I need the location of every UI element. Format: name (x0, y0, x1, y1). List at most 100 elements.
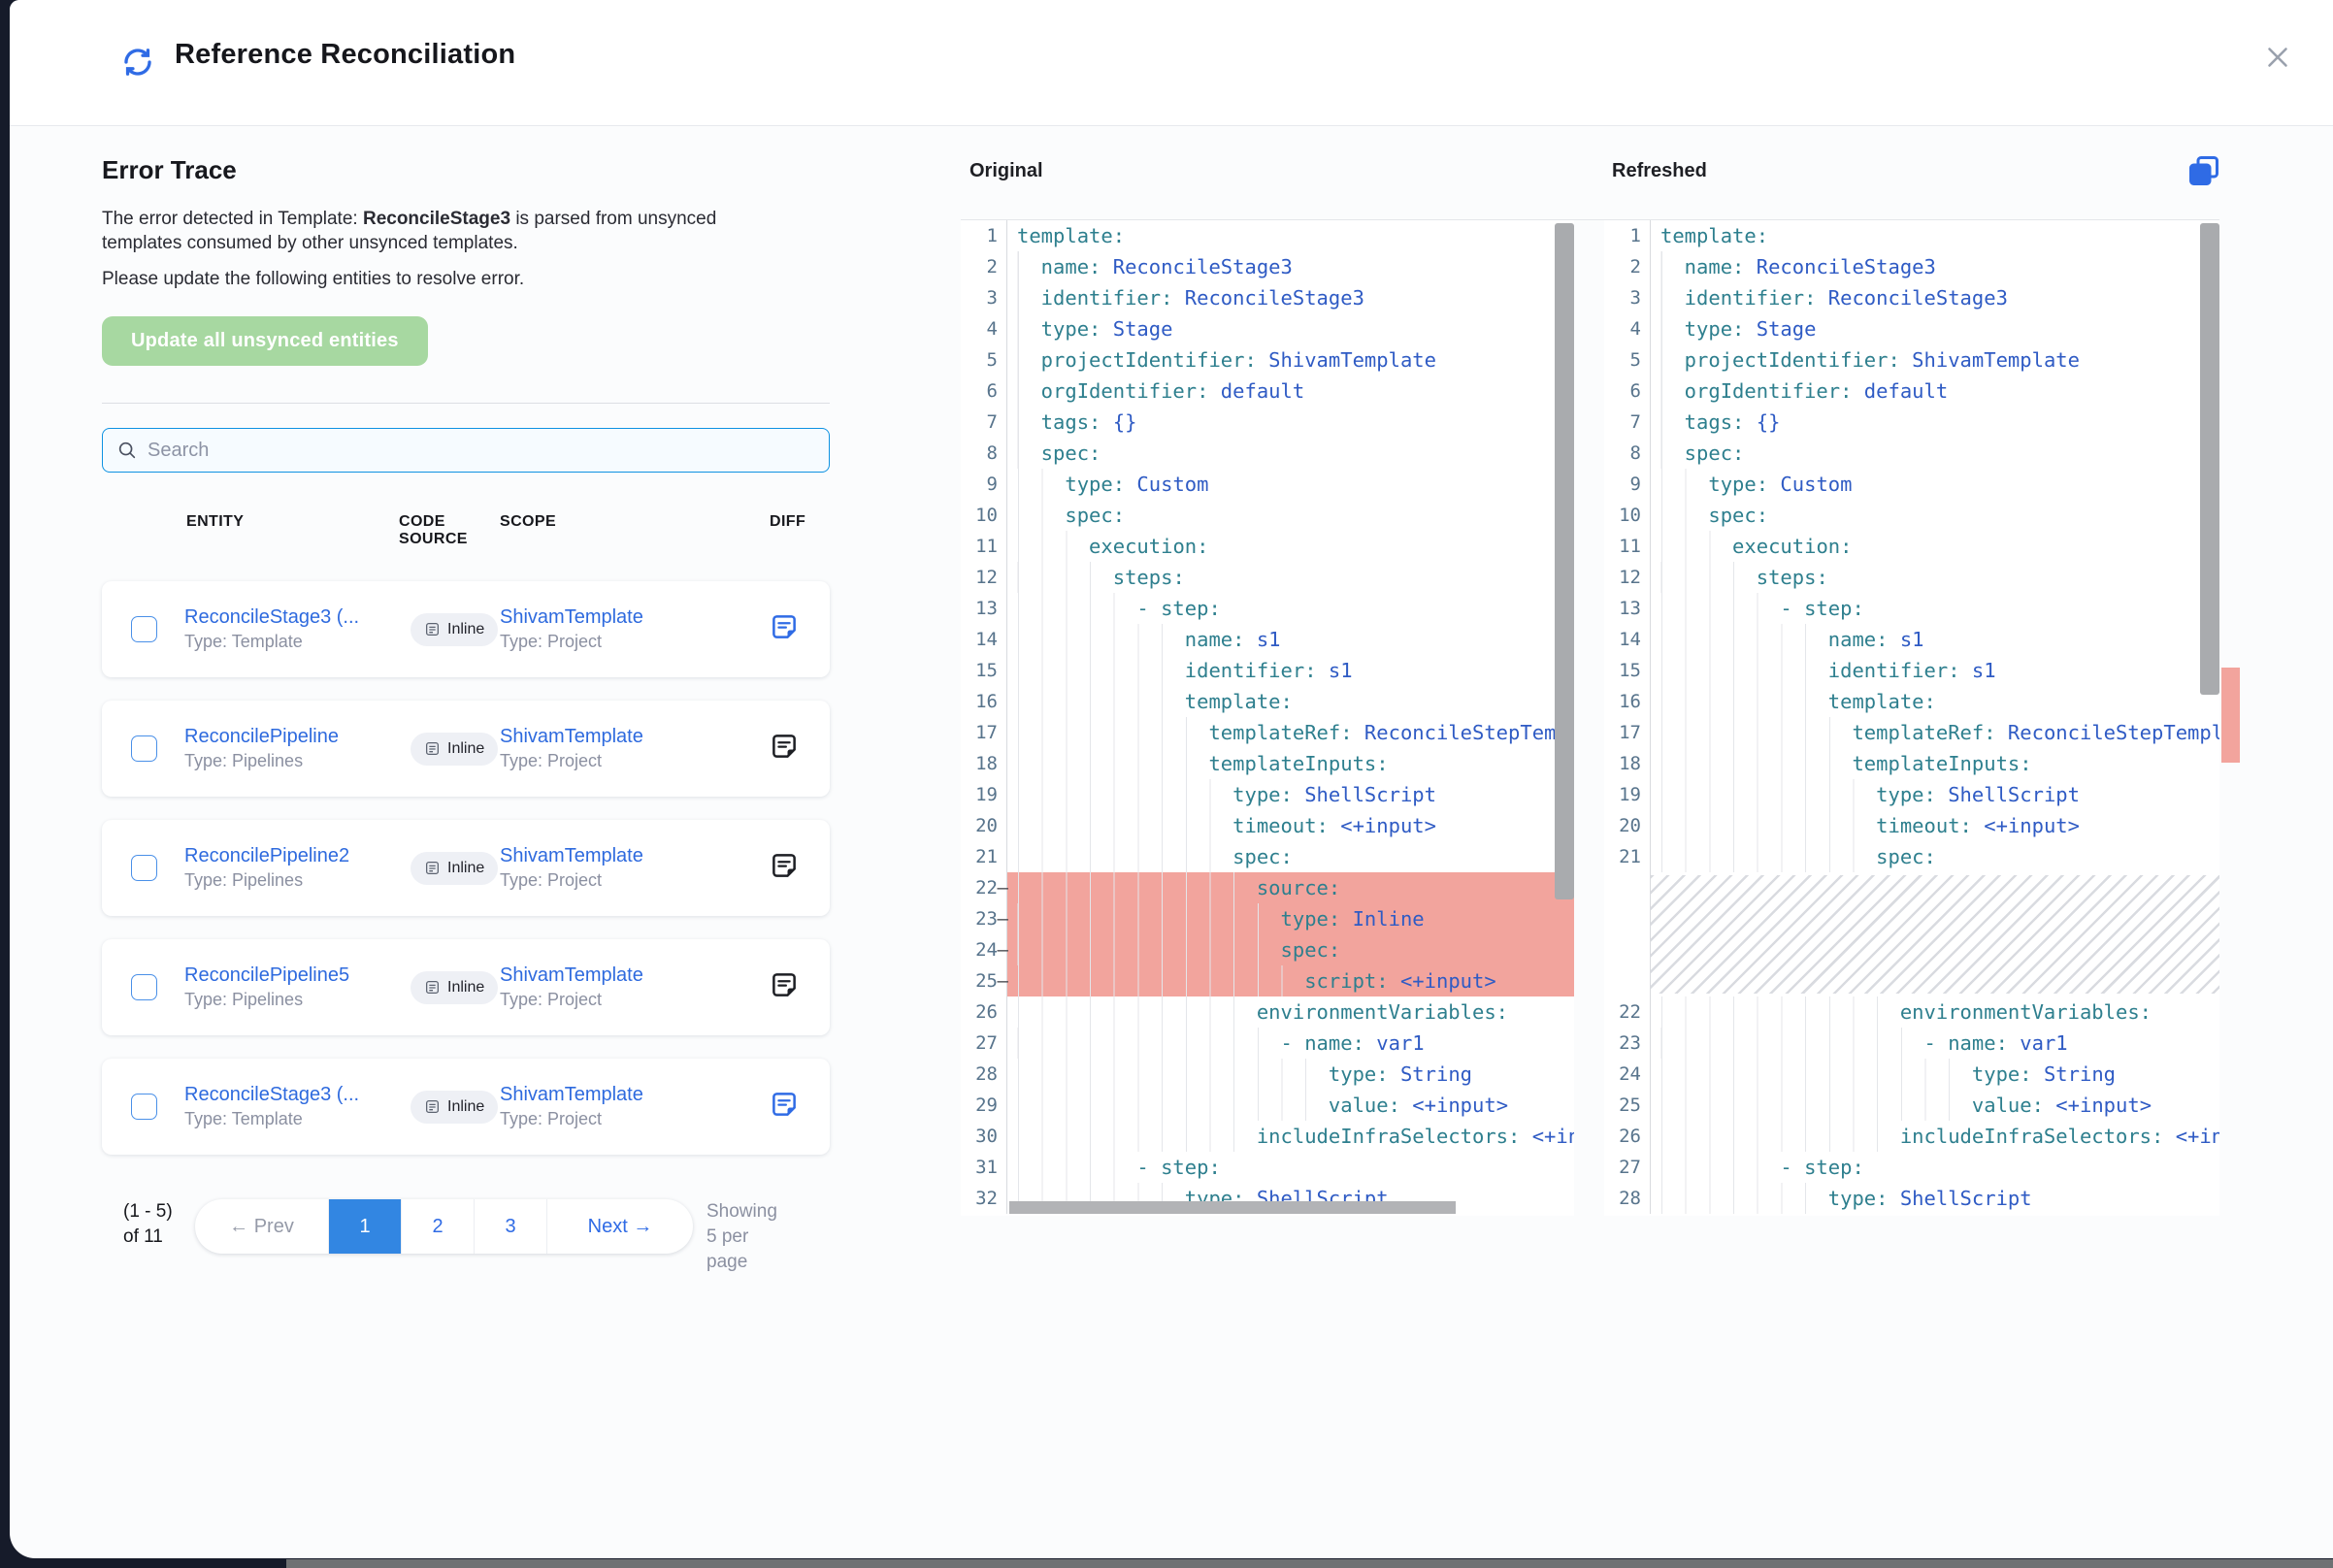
line-number: 22– (961, 872, 1007, 903)
close-icon[interactable] (2261, 41, 2294, 74)
line-content: type: ShellScript (1651, 779, 2219, 810)
scope-link[interactable]: ShivamTemplate (500, 845, 770, 867)
view-diff-button[interactable] (770, 1090, 799, 1122)
page-3-button[interactable]: 3 (475, 1199, 547, 1254)
table-row[interactable]: ReconcileStage3 (... Type: Template Inli… (102, 1059, 830, 1155)
indent-guides (1017, 1090, 1329, 1121)
line-content: steps: (1651, 562, 2219, 593)
line-number: 10 (961, 500, 1007, 531)
scope-cell: ShivamTemplate Type: Project (500, 1084, 770, 1129)
code-line: 26environmentVariables: (961, 996, 1574, 1028)
table-row[interactable]: ReconcilePipeline2 Type: Pipelines Inlin… (102, 820, 830, 916)
line-number: 2 (961, 251, 1007, 282)
diff-document-icon (770, 970, 799, 999)
header-diff: DIFF (770, 513, 828, 548)
entity-link[interactable]: ReconcilePipeline (184, 726, 411, 748)
table-row[interactable]: ReconcilePipeline5 Type: Pipelines Inlin… (102, 939, 830, 1035)
yaml-key: template: (1185, 686, 1293, 717)
indent-guides (1660, 407, 1685, 438)
entity-link[interactable]: ReconcilePipeline2 (184, 845, 411, 867)
line-number: 20 (961, 810, 1007, 841)
page-horizontal-scrollbar[interactable] (286, 1559, 2333, 1568)
yaml-key: projectIdentifier: (1041, 344, 1257, 376)
page-1-button[interactable]: 1 (329, 1199, 402, 1254)
code-line: 1template: (1604, 220, 2219, 251)
code-line: 20timeout: <+input> (961, 810, 1574, 841)
entity-link[interactable]: ReconcilePipeline5 (184, 964, 411, 987)
yaml-key: spec: (1281, 934, 1341, 965)
template-name: ReconcileStage3 (363, 209, 510, 229)
line-number: 19 (1604, 779, 1651, 810)
page-title: Reference Reconciliation (175, 39, 515, 71)
update-all-unsynced-entities-button[interactable]: Update all unsynced entities (102, 316, 428, 366)
line-number: 27 (1604, 1152, 1651, 1183)
copy-icon[interactable] (2186, 153, 2221, 188)
inline-icon (424, 979, 441, 996)
line-number: 4 (961, 313, 1007, 344)
yaml-key: identifier: (1041, 282, 1173, 313)
line-number: 9 (961, 469, 1007, 500)
original-horizontal-scrollbar[interactable] (1009, 1201, 1456, 1214)
inline-icon (424, 860, 441, 876)
code-line: 3identifier: ReconcileStage3 (1604, 282, 2219, 313)
view-diff-button[interactable] (770, 732, 799, 764)
row-checkbox[interactable] (131, 1094, 157, 1120)
prev-page-button[interactable]: ← Prev (195, 1199, 329, 1254)
scope-link[interactable]: ShivamTemplate (500, 726, 770, 748)
view-diff-button[interactable] (770, 612, 799, 644)
refreshed-panel-label: Refreshed (1612, 160, 1707, 182)
indent-guides (1017, 531, 1089, 562)
error-trace-heading: Error Trace (102, 155, 839, 185)
scope-link[interactable]: ShivamTemplate (500, 1084, 770, 1106)
entity-link[interactable]: ReconcileStage3 (... (184, 606, 411, 629)
scope-link[interactable]: ShivamTemplate (500, 606, 770, 629)
line-number: 12 (1604, 562, 1651, 593)
code-source-cell: Inline (411, 852, 500, 885)
description-prefix: The error detected in Template: (102, 209, 363, 229)
indent-guides (1017, 1121, 1257, 1152)
line-content: environmentVariables: (1007, 996, 1574, 1028)
line-content: type: String (1007, 1059, 1574, 1090)
next-page-button[interactable]: Next → (547, 1199, 693, 1254)
line-number: 13 (961, 593, 1007, 624)
code-line: 11execution: (961, 531, 1574, 562)
yaml-key: script: (1304, 965, 1388, 996)
row-checkbox[interactable] (131, 855, 157, 881)
yaml-value: Custom (1125, 469, 1208, 500)
scope-cell: ShivamTemplate Type: Project (500, 845, 770, 891)
indent-guides (1660, 1152, 1780, 1183)
line-number: 26 (1604, 1121, 1651, 1152)
scope-link[interactable]: ShivamTemplate (500, 964, 770, 987)
original-vertical-scrollbar[interactable] (1555, 223, 1574, 899)
diff-cell (770, 851, 830, 885)
table-row[interactable]: ReconcilePipeline Type: Pipelines Inline… (102, 701, 830, 797)
yaml-key: type: (1685, 313, 1745, 344)
row-checkbox[interactable] (131, 974, 157, 1000)
view-diff-button[interactable] (770, 851, 799, 883)
row-checkbox[interactable] (131, 735, 157, 762)
search-box[interactable] (102, 428, 830, 473)
page-2-button[interactable]: 2 (402, 1199, 475, 1254)
row-checkbox[interactable] (131, 616, 157, 642)
scope-type-label: Type: Project (500, 990, 770, 1010)
code-line: 9type: Custom (961, 469, 1574, 500)
indent-guides (1017, 562, 1113, 593)
entity-type-label: Type: Pipelines (184, 990, 411, 1010)
yaml-value: var1 (2008, 1028, 2068, 1059)
yaml-key: name: (1685, 251, 1745, 282)
yaml-value: <+in (2163, 1121, 2219, 1152)
view-diff-button[interactable] (770, 970, 799, 1002)
indent-guides (1660, 251, 1685, 282)
yaml-key: templateInputs: (1852, 748, 2031, 779)
refreshed-vertical-scrollbar[interactable] (2200, 223, 2219, 695)
inline-icon (424, 621, 441, 637)
table-row[interactable]: ReconcileStage3 (... Type: Template Inli… (102, 581, 830, 677)
line-number: 11 (961, 531, 1007, 562)
search-input[interactable] (148, 440, 815, 462)
line-number: 23– (961, 903, 1007, 934)
entity-link[interactable]: ReconcileStage3 (... (184, 1084, 411, 1106)
yaml-value: s1 (1317, 655, 1353, 686)
code-source-badge: Inline (411, 852, 498, 885)
code-line: 27- name: var1 (961, 1028, 1574, 1059)
yaml-value: ReconcileStage3 (1101, 251, 1292, 282)
